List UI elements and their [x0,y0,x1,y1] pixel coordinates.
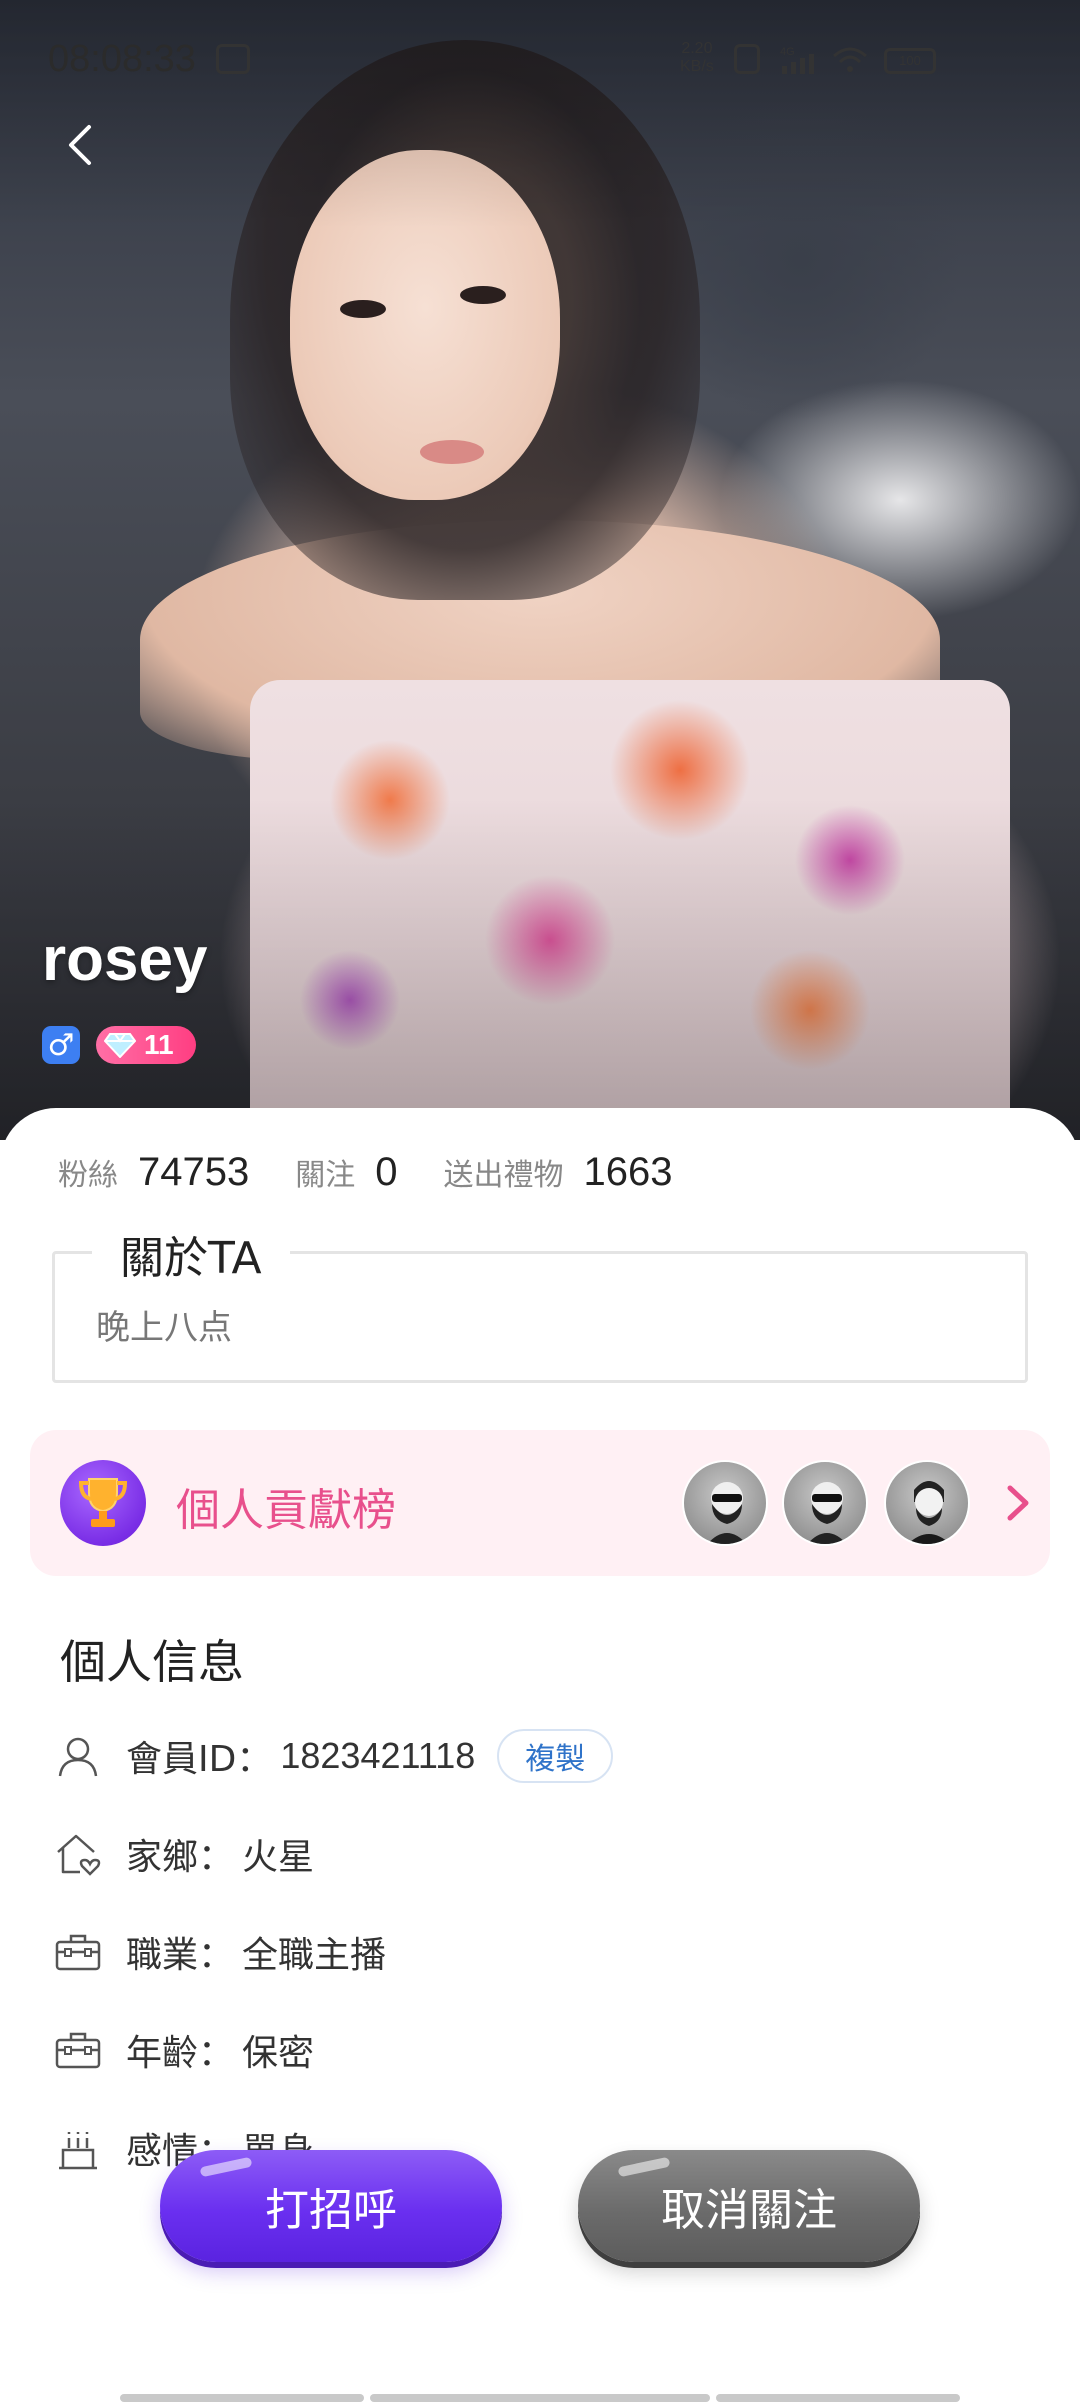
network-speed-unit: KB/s [680,58,714,75]
wifi-icon [833,47,867,72]
member-id-value: 1823421118 [280,1735,476,1776]
button-shine [199,2156,253,2178]
male-icon: ♂ [47,1027,75,1063]
battery-level: 100 [899,53,921,68]
unfollow-button[interactable]: 取消關注 [578,2150,920,2262]
personal-info-title: 個人信息 [60,1635,244,1689]
sim-icon [734,44,760,74]
info-separator: ： [198,1837,235,1878]
info-separator: ： [198,1935,235,1976]
hometown-value: 火星 [242,1836,315,1877]
user-name: rosey [42,925,208,994]
battery-icon: 100 [884,48,936,74]
about-text: 晚上八点 [96,1308,232,1348]
home-heart-icon [52,1828,104,1880]
gesture-bar-segment [716,2394,960,2402]
stat-value: 74753 [138,1150,250,1194]
info-row-age: 年齡 ： 保密 [52,2020,314,2080]
greet-button-label: 打招呼 [265,2185,397,2236]
info-label: 家鄉 [126,1837,199,1878]
info-row-job: 職業 ： 全職主播 [52,1922,386,1982]
stat-value: 1663 [583,1150,673,1194]
info-label: 年齡 [126,2033,199,2074]
contributor-avatar [682,1460,768,1546]
info-separator: ： [198,2033,235,2074]
info-label: 會員ID [126,1739,237,1780]
greet-button[interactable]: 打招呼 [160,2150,502,2262]
notification-app-icon [216,44,250,74]
contributor-avatar [884,1460,970,1546]
gender-badge: ♂ [42,1026,80,1064]
chevron-right-icon [1007,1485,1029,1521]
about-title: 關於TA [92,1222,290,1286]
network-speed: 2.20 KB/s [680,40,714,76]
info-separator: ： [236,1739,273,1780]
stat-followers[interactable]: 粉絲 74753 [58,1150,249,1195]
stat-label: 粉絲 [58,1158,118,1193]
stats-row: 粉絲 74753 關注 0 送出禮物 1663 [58,1150,718,1198]
info-label: 職業 [126,1935,199,1976]
diamond-icon [100,1032,140,1058]
signal-icon: 4G [780,46,814,74]
contribution-label: 個人貢獻榜 [176,1485,396,1536]
level-badge: 11 [96,1026,196,1064]
job-value: 全職主播 [242,1934,387,1975]
contributor-avatar [782,1460,868,1546]
network-speed-value: 2.20 [681,40,713,57]
copy-button[interactable]: 複製 [497,1729,614,1783]
info-row-hometown: 家鄉 ： 火星 [52,1824,314,1884]
stat-value: 0 [375,1150,398,1194]
stat-label: 關注 [295,1158,356,1193]
age-value: 保密 [242,2032,315,2073]
stat-following[interactable]: 關注 0 [295,1150,397,1195]
status-time: 08:08:33 [48,38,196,80]
gesture-bar-handle[interactable] [370,2394,710,2402]
stat-gifts-sent[interactable]: 送出禮物 1663 [443,1150,672,1195]
info-row-member-id: 會員ID ： 1823421118 複製 [52,1726,614,1786]
contribution-ranking-banner[interactable]: 個人貢獻榜 [30,1430,1050,1576]
briefcase-icon [52,1926,104,1978]
cellular-label: 4G [780,46,795,58]
back-button[interactable] [50,110,110,180]
status-bar: 08:08:33 2.20 KB/s 4G 100 [0,0,1080,120]
chevron-left-icon [69,125,91,165]
level-value: 11 [144,1029,174,1060]
trophy-icon [60,1460,146,1546]
briefcase-icon [52,2024,104,2076]
stat-label: 送出禮物 [443,1158,564,1193]
user-icon [52,1730,104,1782]
unfollow-button-label: 取消關注 [661,2185,837,2236]
gesture-bar-segment [120,2394,364,2402]
cake-icon [52,2122,104,2174]
